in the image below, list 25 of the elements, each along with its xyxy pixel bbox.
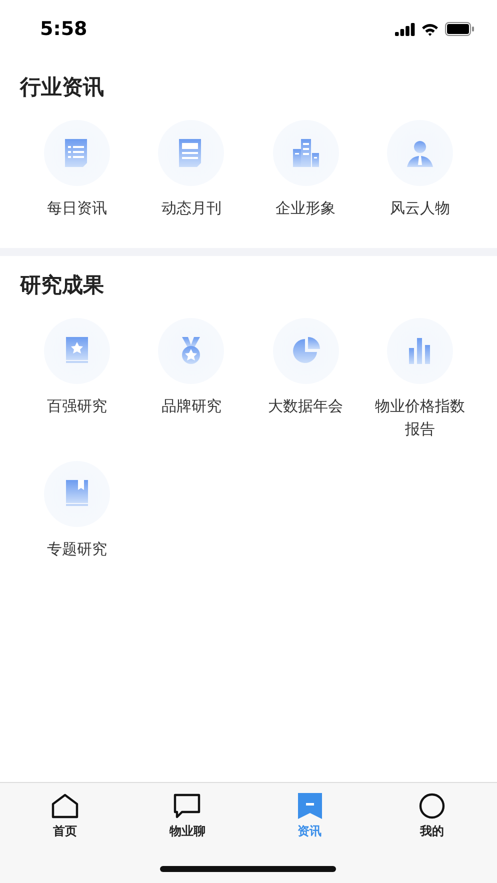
chat-icon bbox=[173, 793, 202, 819]
battery-icon bbox=[445, 22, 475, 36]
tab[interactable]: 我的 bbox=[370, 793, 493, 840]
buildings-icon bbox=[290, 138, 321, 168]
category-label[interactable]: 动态月刊 bbox=[141, 197, 242, 220]
bookmark-icon bbox=[298, 793, 322, 819]
status-time: 5:58 bbox=[40, 18, 88, 40]
category-label[interactable]: 专题研究 bbox=[27, 538, 128, 561]
category-label[interactable]: 大数据年会 bbox=[256, 395, 356, 418]
category-label[interactable]: 风云人物 bbox=[370, 197, 470, 220]
section-title: 行业资讯 bbox=[20, 74, 105, 101]
wifi-icon bbox=[421, 22, 439, 36]
category-label[interactable]: 每日资讯 bbox=[27, 197, 128, 220]
category-label[interactable]: 百强研究 bbox=[27, 395, 128, 418]
tab[interactable]: 首页 bbox=[4, 793, 126, 840]
section-title: 研究成果 bbox=[20, 272, 105, 299]
category-label[interactable]: 物业价格指数报告 bbox=[370, 395, 470, 441]
person-icon bbox=[404, 138, 435, 168]
pie-chart-icon bbox=[290, 336, 321, 366]
tab[interactable]: 物业聊 bbox=[126, 793, 248, 840]
profile-icon bbox=[418, 793, 445, 819]
home-icon bbox=[51, 793, 80, 819]
category-label[interactable]: 企业形象 bbox=[256, 197, 356, 220]
signal-icon bbox=[395, 22, 415, 36]
category-label[interactable]: 品牌研究 bbox=[141, 395, 242, 418]
